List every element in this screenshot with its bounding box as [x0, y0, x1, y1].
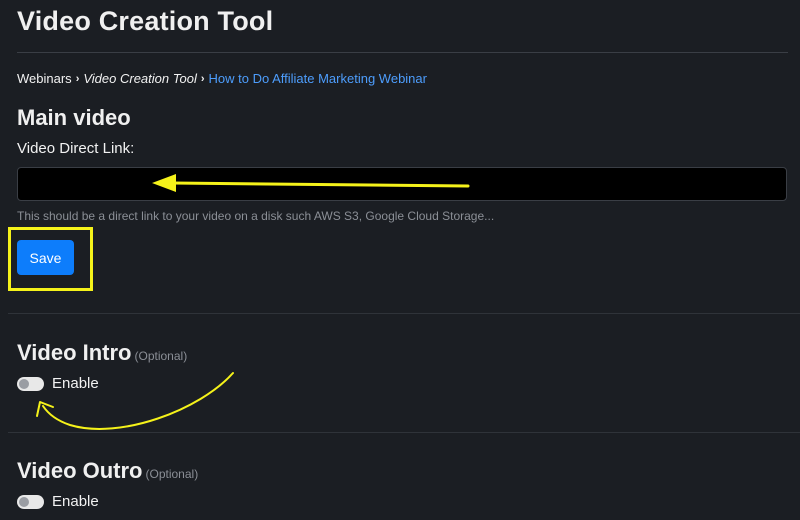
video-intro-optional-label: (Optional): [134, 349, 188, 363]
breadcrumb-video-creation-tool[interactable]: Video Creation Tool: [83, 71, 196, 86]
section-divider: [8, 432, 800, 433]
toggle-knob: [19, 378, 29, 389]
section-divider: [8, 313, 800, 314]
video-outro-enable-label[interactable]: Enable: [52, 493, 99, 510]
breadcrumb: Webinars › Video Creation Tool › How to …: [17, 71, 427, 86]
toggle-knob: [19, 496, 29, 507]
video-intro-title: Video Intro: [17, 340, 132, 365]
video-intro-heading: Video Intro (Optional): [17, 340, 187, 366]
page-title: Video Creation Tool: [17, 6, 274, 36]
video-outro-heading: Video Outro (Optional): [17, 458, 198, 484]
video-direct-link-label: Video Direct Link:: [17, 140, 135, 157]
video-outro-toggle-row: Enable: [17, 493, 99, 510]
chevron-right-icon: ›: [75, 72, 80, 85]
breadcrumb-webinars[interactable]: Webinars: [17, 71, 72, 86]
chevron-right-icon: ›: [200, 72, 205, 85]
video-creation-page: Video Creation Tool Webinars › Video Cre…: [0, 0, 800, 520]
main-video-heading: Main video: [17, 105, 131, 130]
video-outro-toggle[interactable]: [17, 494, 44, 509]
video-direct-link-input[interactable]: [17, 167, 787, 201]
video-intro-toggle[interactable]: [17, 376, 44, 391]
video-intro-toggle-row: Enable: [17, 375, 99, 392]
video-link-help-text: This should be a direct link to your vid…: [17, 209, 495, 223]
title-divider: [17, 52, 788, 53]
breadcrumb-webinar-link[interactable]: How to Do Affiliate Marketing Webinar: [209, 71, 427, 86]
video-intro-enable-label[interactable]: Enable: [52, 375, 99, 392]
video-outro-title: Video Outro: [17, 458, 143, 483]
video-outro-optional-label: (Optional): [145, 467, 199, 481]
save-button[interactable]: Save: [17, 240, 74, 275]
